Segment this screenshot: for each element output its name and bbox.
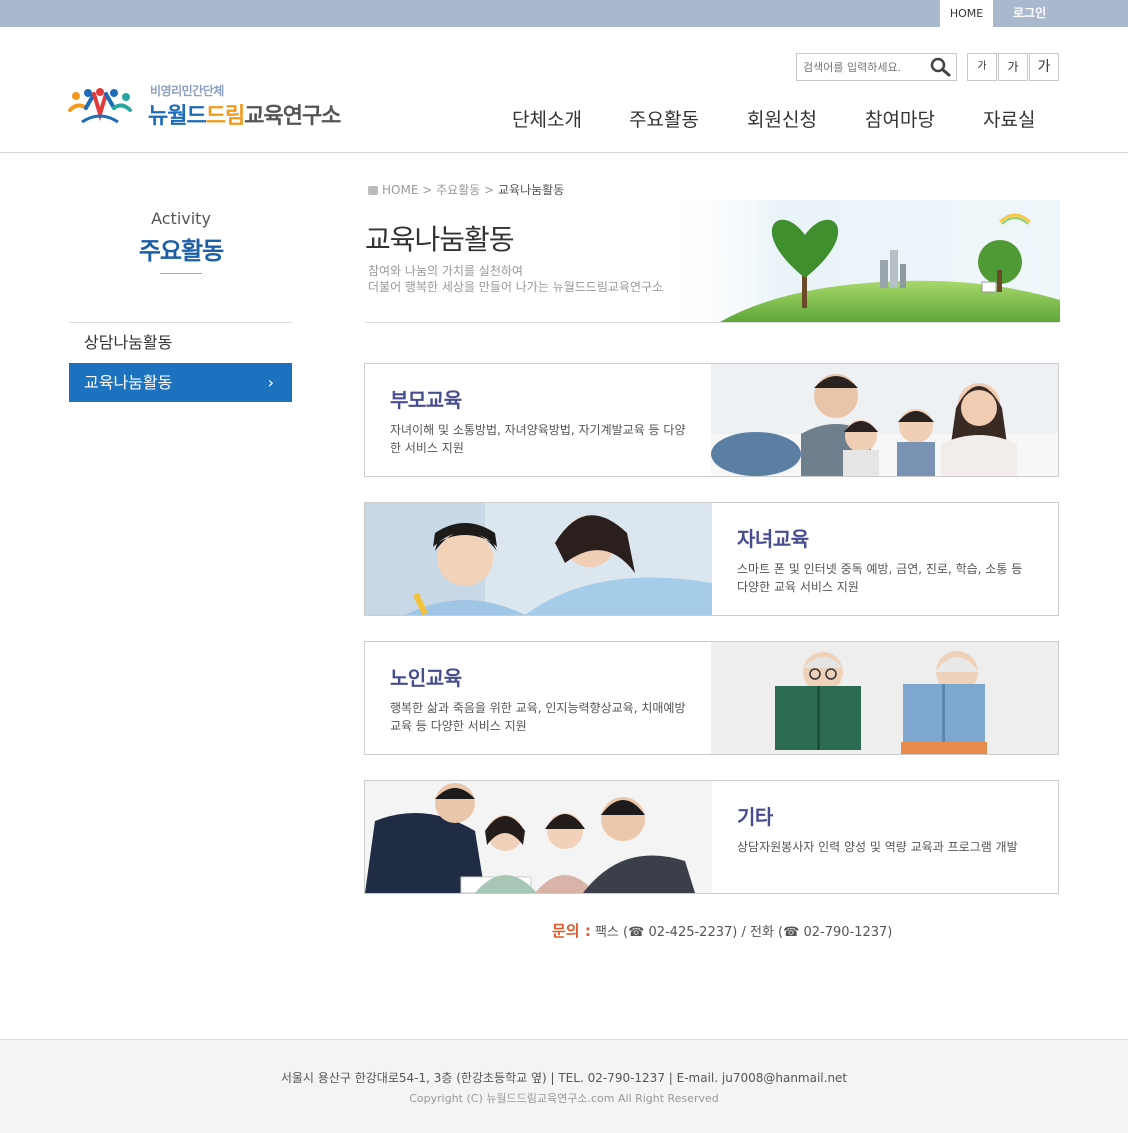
header-divider [365,322,1058,323]
footer-copyright: Copyright (C) 뉴월드드림교육연구소.com All Right R… [409,1092,719,1105]
gnb-item-library[interactable]: 자료실 [983,105,1035,132]
breadcrumb-home[interactable]: HOME [382,183,418,197]
logo-name-part2: 드림 [205,104,245,129]
sidebar-item-education[interactable]: 교육나눔활동 › [69,363,292,402]
page-description-line2: 더불어 행복한 세상을 만들어 나가는 뉴월드드림교육연구소 [368,280,664,294]
breadcrumb-separator: > [484,183,495,197]
card-description: 행복한 삶과 죽음을 위한 교육, 인지능력향상교육, 치매예방교육 등 다양한… [390,701,686,733]
font-size-medium-button[interactable]: 가 [998,53,1028,81]
mother-child-study-photo [365,503,712,615]
login-link[interactable]: 로그인 [1013,0,1046,27]
program-card-children[interactable]: 자녀교육 스마트 폰 및 인터넷 중독 예방, 금연, 진로, 학습, 소통 등… [364,502,1059,616]
sidebar-item-label: 교육나눔활동 [84,373,173,392]
sidebar-item-counseling[interactable]: 상담나눔활동 [69,323,292,363]
home-link[interactable]: HOME [940,0,993,27]
card-title: 자녀교육 [737,527,809,551]
elderly-reading-photo [711,642,1058,754]
card-text: 부모교육 자녀이해 및 소통방법, 자녀양육방법, 자기계발교육 등 다양한 서… [365,364,711,476]
sidebar-menu: 상담나눔활동 교육나눔활동 › [69,322,292,402]
chevron-right-icon: › [267,373,274,392]
program-card-parent[interactable]: 부모교육 자녀이해 및 소통방법, 자녀양육방법, 자기계발교육 등 다양한 서… [364,363,1059,477]
card-text: 기타 상담자원봉사자 인력 양성 및 역량 교육과 프로그램 개발 [712,781,1058,893]
search-input[interactable] [797,54,925,80]
card-description: 스마트 폰 및 인터넷 중독 예방, 금연, 진로, 학습, 소통 등 다양한 … [737,562,1023,594]
breadcrumb-level1[interactable]: 주요활동 [436,183,480,197]
card-text: 자녀교육 스마트 폰 및 인터넷 중독 예방, 금연, 진로, 학습, 소통 등… [712,503,1058,615]
site-logo[interactable]: 비영리민간단체 뉴월드드림교육연구소 [68,82,358,132]
search-icon[interactable] [930,57,952,77]
search-box [796,53,957,81]
contact-info: 문의 : 팩스 (☎ 02-425-2237) / 전화 (☎ 02-790-1… [552,920,892,941]
page-title: 교육나눔활동 [365,223,515,256]
breadcrumb-current: 교육나눔활동 [498,183,565,197]
logo-name-part1: 뉴월드 [148,104,207,129]
phone-icon: ☎ [628,925,645,940]
card-description: 자녀이해 및 소통방법, 자녀양육방법, 자기계발교육 등 다양한 서비스 지원 [390,423,686,455]
fax-number: 02-425-2237) [648,925,738,940]
site-header: 비영리민간단체 뉴월드드림교육연구소 가 가 가 단체소개 주요활동 회원신청 … [0,27,1128,153]
site-footer: 서울시 용산구 한강대로54-1, 3층 (한강초등학교 옆) | TEL. 0… [0,1039,1128,1133]
tel-number: 02-790-1237) [803,925,893,940]
page-description: 참여와 나눔의 가치를 실천하여 더불어 행복한 세상을 만들어 나가는 뉴월드… [368,263,663,295]
gnb-item-activities[interactable]: 주요활동 [629,105,699,132]
sidebar-title-en: Activity [151,209,211,228]
card-description: 상담자원봉사자 인력 양성 및 역량 교육과 프로그램 개발 [737,840,1018,854]
family-photo [711,364,1058,476]
footer-address: 서울시 용산구 한강대로54-1, 3층 (한강초등학교 옆) | TEL. 0… [280,1071,848,1085]
card-title: 부모교육 [390,388,462,412]
gnb-item-about[interactable]: 단체소개 [512,105,582,132]
contact-separator: / [737,925,750,940]
gnb-item-membership[interactable]: 회원신청 [747,105,817,132]
logo-name-part3: 교육연구소 [244,104,341,129]
home-icon [368,186,378,195]
breadcrumb: HOME > 주요활동 > 교육나눔활동 [368,181,564,198]
program-card-other[interactable]: 기타 상담자원봉사자 인력 양성 및 역량 교육과 프로그램 개발 [364,780,1059,894]
sidebar-divider [160,273,202,274]
tel-label: 전화 ( [750,925,784,940]
logo-name: 뉴월드드림교육연구소 [148,98,341,130]
sidebar-item-label: 상담나눔활동 [84,333,173,352]
phone-icon: ☎ [783,925,800,940]
gnb-item-community[interactable]: 참여마당 [865,105,935,132]
card-title: 기타 [737,805,773,829]
card-text: 노인교육 행복한 삶과 죽음을 위한 교육, 인지능력향상교육, 치매예방교육 … [365,642,711,754]
font-size-large-button[interactable]: 가 [1029,53,1059,81]
font-size-small-button[interactable]: 가 [967,53,997,81]
fax-label: 팩스 ( [594,925,629,940]
contact-label: 문의 : [552,922,591,940]
logo-people-icon [68,88,132,124]
logo-subtitle: 비영리민간단체 [150,84,224,98]
page-description-line1: 참여와 나눔의 가치를 실천하여 [368,264,523,278]
breadcrumb-separator: > [422,183,433,197]
card-title: 노인교육 [390,666,462,690]
top-utility-bar: HOME 로그인 [0,0,1128,27]
sidebar-title: 주요활동 [138,237,224,265]
program-card-elderly[interactable]: 노인교육 행복한 삶과 죽음을 위한 교육, 인지능력향상교육, 치매예방교육 … [364,641,1059,755]
team-meeting-photo [365,781,712,893]
hero-landscape-image [660,200,1060,322]
